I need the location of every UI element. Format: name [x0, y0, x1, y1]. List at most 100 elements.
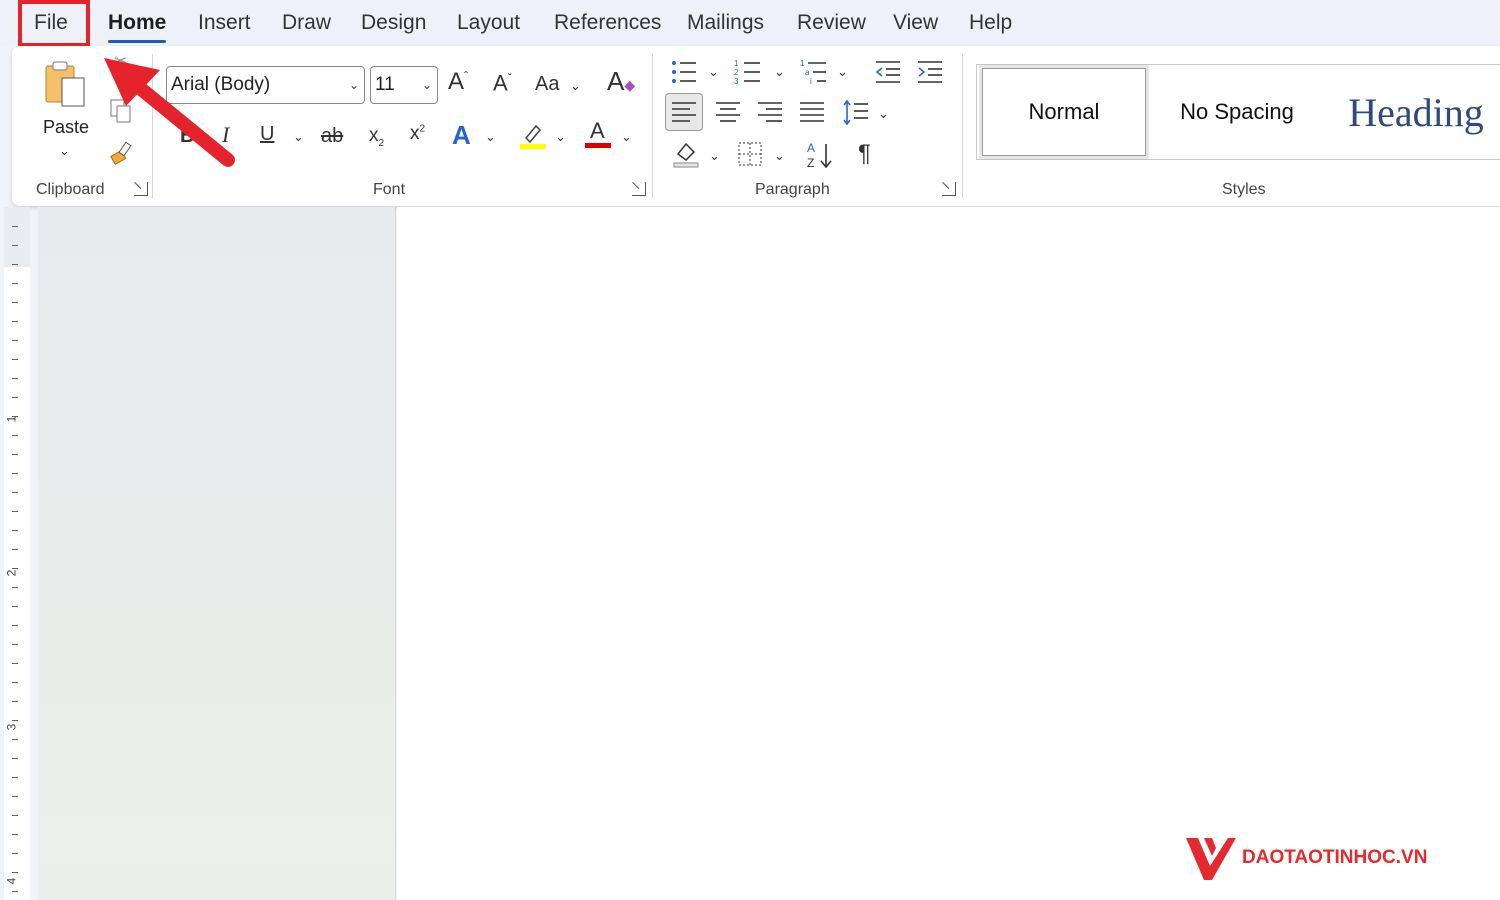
format-painter-icon[interactable]	[108, 140, 134, 170]
strikethrough-icon[interactable]: ab	[321, 126, 343, 146]
change-case-button[interactable]: Aa	[535, 74, 559, 94]
tab-home[interactable]: Home	[108, 8, 167, 43]
ribbon-home: Paste ⌄ ✂ Clipboard Arial (Body) ⌄ 11 ⌄ …	[12, 46, 1500, 206]
line-spacing-icon[interactable]	[842, 99, 870, 131]
svg-text:A: A	[590, 118, 605, 143]
borders-icon[interactable]	[736, 140, 764, 172]
font-dialog-launcher-icon[interactable]	[632, 182, 646, 196]
text-effects-icon[interactable]: A	[452, 122, 471, 148]
increase-indent-icon[interactable]	[916, 58, 944, 90]
borders-chevron-icon[interactable]: ⌄	[774, 148, 785, 164]
svg-text:2: 2	[734, 68, 739, 77]
highlight-chevron-icon[interactable]: ⌄	[555, 129, 566, 145]
tab-draw[interactable]: Draw	[282, 8, 331, 38]
svg-text:A: A	[807, 141, 815, 155]
clipboard-dialog-launcher-icon[interactable]	[134, 182, 148, 196]
font-size-select[interactable]: 11 ⌄	[370, 66, 438, 104]
font-color-icon[interactable]: A	[584, 118, 612, 154]
bullets-chevron-icon[interactable]: ⌄	[708, 64, 719, 80]
multilevel-list-icon[interactable]: 1ai	[800, 58, 828, 90]
svg-text:1: 1	[800, 59, 805, 68]
style-heading[interactable]: Heading	[1321, 65, 1500, 159]
align-left-button[interactable]	[665, 93, 703, 131]
ruler-tick	[12, 264, 18, 265]
underline-chevron-icon[interactable]: ⌄	[293, 129, 304, 145]
grow-font-icon[interactable]: Aˆ	[448, 70, 468, 94]
svg-text:Z: Z	[807, 156, 814, 170]
ruler-tick	[12, 739, 18, 740]
text-effects-chevron-icon[interactable]: ⌄	[485, 129, 496, 145]
ruler-tick	[12, 435, 18, 436]
svg-text:3: 3	[734, 77, 739, 86]
show-formatting-marks-icon[interactable]: ¶	[858, 142, 871, 166]
clear-formatting-icon[interactable]: A◆	[607, 68, 635, 94]
watermark: DAOTAOTINHOC.VN	[1184, 830, 1427, 886]
tab-references[interactable]: References	[554, 8, 661, 38]
multilevel-chevron-icon[interactable]: ⌄	[837, 64, 848, 80]
ruler-tick	[12, 587, 18, 588]
group-divider	[962, 54, 963, 198]
ruler-tick	[12, 359, 18, 360]
underline-icon[interactable]: U	[260, 124, 274, 144]
change-case-label: Aa	[535, 73, 560, 95]
paste-dropdown-chevron-icon[interactable]: ⌄	[59, 143, 70, 159]
decrease-indent-icon[interactable]	[874, 58, 902, 90]
group-divider	[652, 54, 653, 198]
numbering-chevron-icon[interactable]: ⌄	[774, 64, 785, 80]
change-case-chevron-icon[interactable]: ⌄	[570, 78, 581, 94]
cut-icon[interactable]: ✂	[114, 54, 127, 70]
highlight-color-icon[interactable]	[518, 120, 548, 154]
font-name-select[interactable]: Arial (Body) ⌄	[166, 66, 365, 104]
ruler-tick	[12, 796, 18, 797]
ruler-tick	[12, 872, 18, 873]
font-group-label: Font	[373, 181, 406, 198]
group-divider	[152, 54, 153, 198]
svg-text:a: a	[805, 68, 810, 77]
align-left-icon	[672, 102, 696, 122]
ruler-tick	[12, 321, 18, 322]
ruler-tick	[12, 226, 18, 227]
shading-chevron-icon[interactable]: ⌄	[709, 148, 720, 164]
subscript-icon[interactable]: x2	[369, 126, 384, 149]
font-color-chevron-icon[interactable]: ⌄	[621, 129, 632, 145]
document-page[interactable]	[397, 207, 1500, 900]
ruler-tick	[12, 853, 18, 854]
tab-insert[interactable]: Insert	[198, 8, 251, 38]
ribbon-tab-bar: File Home Insert Draw Design Layout Refe…	[0, 0, 1500, 47]
file-tab-highlight-box	[18, 0, 90, 47]
numbering-icon[interactable]: 123	[734, 58, 762, 90]
watermark-text: DAOTAOTINHOC.VN	[1242, 847, 1428, 868]
ruler-tick	[12, 340, 18, 341]
bullets-icon[interactable]	[670, 58, 698, 90]
styles-group-label: Styles	[1222, 181, 1266, 198]
copy-icon[interactable]	[108, 98, 134, 128]
align-center-icon[interactable]	[714, 99, 742, 131]
font-size-value: 11	[375, 74, 395, 95]
bold-icon[interactable]: B	[180, 126, 194, 146]
tab-help[interactable]: Help	[969, 8, 1012, 38]
ruler-tick	[12, 549, 18, 550]
ruler-number: 1	[4, 415, 19, 423]
tab-review[interactable]: Review	[797, 8, 866, 38]
shading-icon[interactable]	[672, 140, 700, 172]
tab-layout[interactable]: Layout	[457, 8, 520, 38]
style-no-spacing[interactable]: No Spacing	[1153, 65, 1321, 159]
align-right-icon[interactable]	[756, 99, 784, 131]
style-normal[interactable]: Normal	[979, 65, 1149, 159]
ruler-margin-zone	[4, 207, 30, 267]
justify-icon[interactable]	[798, 99, 826, 131]
superscript-icon[interactable]: x2	[410, 124, 425, 143]
tab-design[interactable]: Design	[361, 8, 426, 38]
chevron-down-icon: ⌄	[348, 78, 359, 92]
paste-label: Paste	[43, 117, 90, 137]
tab-view[interactable]: View	[893, 8, 938, 38]
paragraph-dialog-launcher-icon[interactable]	[942, 182, 956, 196]
sort-icon[interactable]: AZ	[806, 140, 834, 174]
tab-mailings[interactable]: Mailings	[687, 8, 764, 38]
paste-button[interactable]	[40, 58, 92, 114]
line-spacing-chevron-icon[interactable]: ⌄	[878, 106, 889, 122]
italic-icon[interactable]: I	[222, 124, 229, 146]
ruler-tick	[12, 758, 18, 759]
shrink-font-icon[interactable]: Aˇ	[493, 72, 512, 94]
ruler-tick	[12, 245, 18, 246]
